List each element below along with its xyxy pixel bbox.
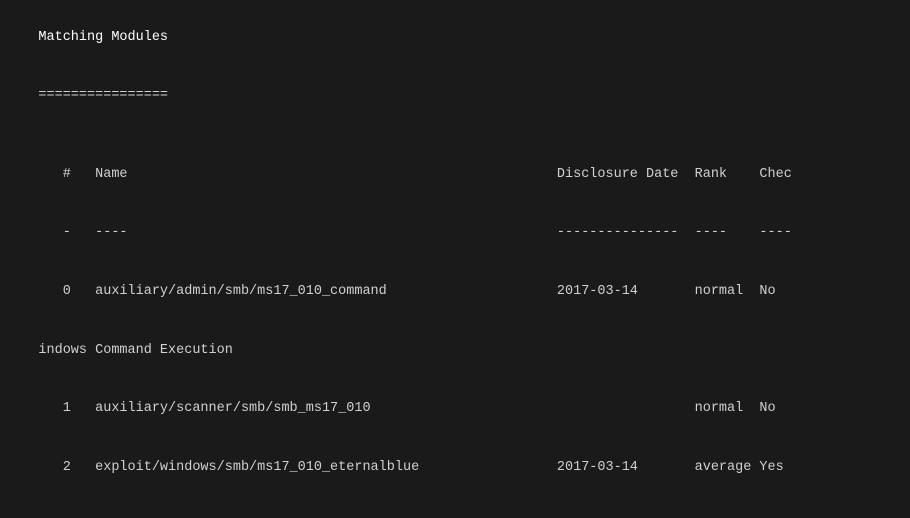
heading-text: Matching Modules [38, 30, 168, 45]
table-row-2: 2 exploit/windows/smb/ms17_010_eternalbl… [6, 438, 904, 497]
blank-line-1 [6, 125, 904, 145]
divider-line: ================ [6, 67, 904, 126]
table-row-0-extra: indows Command Execution [6, 321, 904, 380]
table-divider-line: - ---- --------------- ---- ---- [6, 204, 904, 263]
heading-line: Matching Modules [6, 8, 904, 67]
table-row-1: 1 auxiliary/scanner/smb/smb_ms17_010 nor… [6, 380, 904, 439]
table-header-line: # Name Disclosure Date Rank Chec [6, 145, 904, 204]
table-row-3: 3 exploit/windows/smb/ms17_010_eternalbl… [6, 497, 904, 518]
table-row-0: 0 auxiliary/admin/smb/ms17_010_command 2… [6, 262, 904, 321]
terminal-window: Matching Modules ================ # Name… [0, 0, 910, 518]
